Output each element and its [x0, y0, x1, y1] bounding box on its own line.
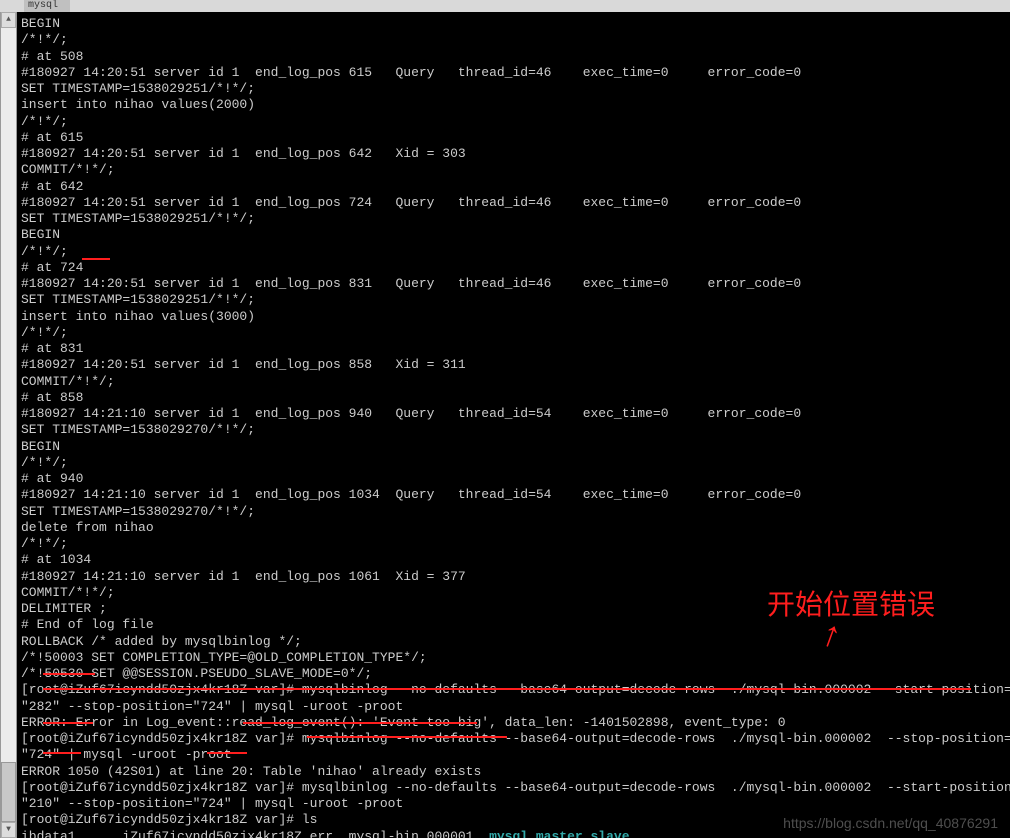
- terminal-line: SET TIMESTAMP=1538029251/*!*/;: [21, 292, 1008, 308]
- terminal-line: BEGIN: [21, 439, 1008, 455]
- terminal-line: #180927 14:20:51 server id 1 end_log_pos…: [21, 146, 1008, 162]
- terminal-line: /*!50530 SET @@SESSION.PSEUDO_SLAVE_MODE…: [21, 666, 1008, 682]
- terminal-line: # at 831: [21, 341, 1008, 357]
- terminal-line: #180927 14:20:51 server id 1 end_log_pos…: [21, 65, 1008, 81]
- terminal-line: # at 642: [21, 179, 1008, 195]
- terminal-line: "724" | mysql -uroot -proot: [21, 747, 1008, 763]
- terminal-line: /*!*/;: [21, 325, 1008, 341]
- terminal-line: ROLLBACK /* added by mysqlbinlog */;: [21, 634, 1008, 650]
- terminal-line: BEGIN: [21, 227, 1008, 243]
- terminal-line: SET TIMESTAMP=1538029270/*!*/;: [21, 504, 1008, 520]
- terminal-line: #180927 14:20:51 server id 1 end_log_pos…: [21, 357, 1008, 373]
- terminal-line: ERROR: Error in Log_event::read_log_even…: [21, 715, 1008, 731]
- terminal-tab-label: mysql: [28, 0, 58, 12]
- terminal-line: /*!*/;: [21, 455, 1008, 471]
- terminal-tab[interactable]: mysql: [24, 0, 70, 12]
- annotation-underline: [307, 736, 507, 738]
- terminal-line: [root@iZuf67icyndd50zjx4kr18Z var]# mysq…: [21, 682, 1008, 698]
- terminal-line: /*!50003 SET COMPLETION_TYPE=@OLD_COMPLE…: [21, 650, 1008, 666]
- annotation-underline: [43, 752, 81, 754]
- terminal-line: delete from nihao: [21, 520, 1008, 536]
- annotation-underline: [43, 688, 971, 690]
- terminal-line: #180927 14:20:51 server id 1 end_log_pos…: [21, 276, 1008, 292]
- scrollbar-track[interactable]: [1, 28, 16, 822]
- terminal-line: /*!*/;: [21, 536, 1008, 552]
- watermark: https://blog.csdn.net/qq_40876291: [783, 815, 998, 833]
- scrollbar-up-arrow[interactable]: ▲: [1, 12, 16, 28]
- terminal-line: SET TIMESTAMP=1538029270/*!*/;: [21, 422, 1008, 438]
- terminal-line: [root@iZuf67icyndd50zjx4kr18Z var]# mysq…: [21, 731, 1008, 747]
- terminal-line: # at 858: [21, 390, 1008, 406]
- scrollbar-down-arrow[interactable]: ▼: [1, 822, 16, 838]
- terminal-line: COMMIT/*!*/;: [21, 162, 1008, 178]
- terminal-line: insert into nihao values(2000): [21, 97, 1008, 113]
- terminal-line: /*!*/;: [21, 244, 1008, 260]
- terminal-wrap: ▲ ▼ BEGIN/*!*/;# at 508#180927 14:20:51 …: [0, 12, 1010, 838]
- terminal-viewport[interactable]: BEGIN/*!*/;# at 508#180927 14:20:51 serv…: [17, 12, 1010, 838]
- terminal-line: #180927 14:21:10 server id 1 end_log_pos…: [21, 487, 1008, 503]
- terminal-line: # at 1034: [21, 552, 1008, 568]
- terminal-line: # at 724: [21, 260, 1008, 276]
- terminal-line: [root@iZuf67icyndd50zjx4kr18Z var]# mysq…: [21, 780, 1008, 796]
- terminal-line: ERROR 1050 (42S01) at line 20: Table 'ni…: [21, 764, 1008, 780]
- terminal-line: insert into nihao values(3000): [21, 309, 1008, 325]
- terminal-line: SET TIMESTAMP=1538029251/*!*/;: [21, 81, 1008, 97]
- scrollbar-thumb[interactable]: [1, 762, 16, 822]
- terminal-line: /*!*/;: [21, 114, 1008, 130]
- terminal-line: # at 940: [21, 471, 1008, 487]
- terminal-line: /*!*/;: [21, 32, 1008, 48]
- terminal-line: BEGIN: [21, 16, 1008, 32]
- tab-bar: mysql: [0, 0, 1010, 12]
- terminal-line: SET TIMESTAMP=1538029251/*!*/;: [21, 211, 1008, 227]
- annotation-underline: [207, 752, 247, 754]
- terminal-line: "282" --stop-position="724" | mysql -uro…: [21, 699, 1008, 715]
- terminal-line: #180927 14:20:51 server id 1 end_log_pos…: [21, 195, 1008, 211]
- annotation-text: 开始位置错误: [767, 587, 935, 622]
- vertical-scrollbar[interactable]: ▲ ▼: [0, 12, 17, 838]
- terminal-line: #180927 14:21:10 server id 1 end_log_pos…: [21, 569, 1008, 585]
- terminal-line: # at 508: [21, 49, 1008, 65]
- annotation-underline: [43, 722, 93, 724]
- terminal-line: # at 615: [21, 130, 1008, 146]
- annotation-underline: [243, 722, 477, 724]
- terminal-line: #180927 14:21:10 server id 1 end_log_pos…: [21, 406, 1008, 422]
- annotation-underline: [43, 673, 95, 675]
- annotation-underline: [82, 258, 110, 260]
- terminal-line: COMMIT/*!*/;: [21, 374, 1008, 390]
- terminal-line: "210" --stop-position="724" | mysql -uro…: [21, 796, 1008, 812]
